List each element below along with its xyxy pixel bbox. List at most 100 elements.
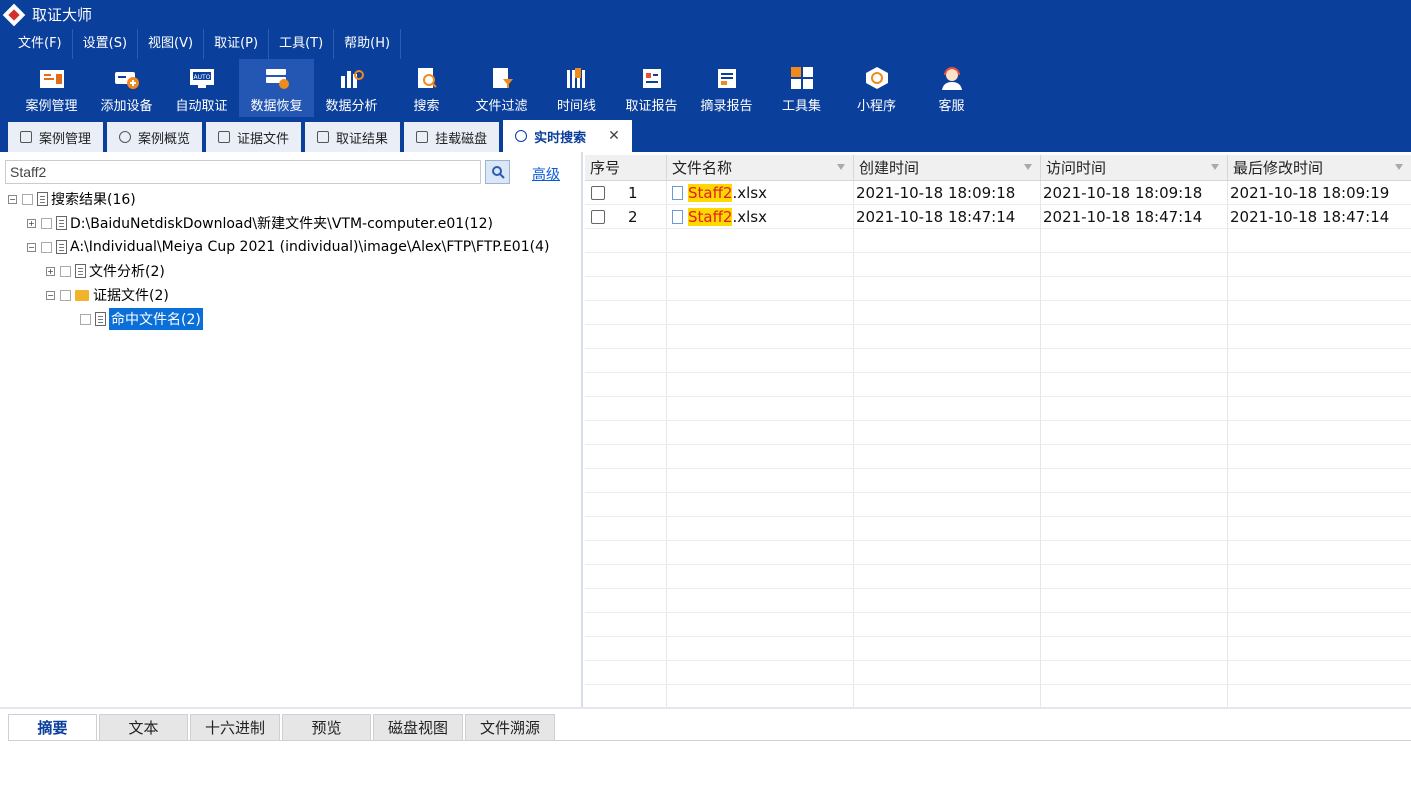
- folder-open-icon: [75, 289, 89, 301]
- tab-case-overview[interactable]: 案例概览: [107, 122, 203, 152]
- toolbar-customer-service-button[interactable]: 客服: [914, 59, 989, 117]
- tab-summary[interactable]: 摘要: [8, 714, 97, 740]
- toolbar-auto-forensics-button[interactable]: AUTO 自动取证: [164, 59, 239, 117]
- menu-settings[interactable]: 设置(S): [73, 29, 139, 59]
- empty-row: [585, 469, 1411, 493]
- toolbar-search-button[interactable]: 搜索: [389, 59, 464, 117]
- tree-checkbox[interactable]: [60, 265, 71, 277]
- filter-icon[interactable]: [1024, 164, 1032, 170]
- toolbar-file-filter-button[interactable]: 文件过滤: [464, 59, 539, 117]
- empty-row: [585, 421, 1411, 445]
- toolbar-label: 搜索: [413, 99, 440, 114]
- collapse-icon[interactable]: −: [27, 242, 36, 252]
- menu-help[interactable]: 帮助(H): [334, 29, 402, 59]
- expand-icon[interactable]: +: [27, 218, 36, 228]
- row-index: 1: [628, 184, 638, 202]
- search-input[interactable]: [5, 160, 481, 184]
- toolbar-toolset-button[interactable]: 工具集: [764, 59, 839, 117]
- document-icon: [56, 240, 67, 254]
- filter-icon[interactable]: [1395, 164, 1403, 170]
- empty-row: [585, 229, 1411, 253]
- toolbar-mini-program-button[interactable]: 小程序: [839, 59, 914, 117]
- empty-row: [585, 373, 1411, 397]
- tree-checkbox[interactable]: [22, 193, 33, 205]
- expand-icon[interactable]: +: [46, 266, 55, 276]
- row-checkbox[interactable]: [591, 210, 605, 224]
- empty-row: [585, 301, 1411, 325]
- search-button[interactable]: [485, 160, 510, 184]
- toolbar-case-management-button[interactable]: 案例管理: [14, 59, 89, 117]
- grid-header: 序号 文件名称 创建时间 访问时间 最后修改时间: [585, 155, 1411, 181]
- tree-checkbox[interactable]: [41, 217, 52, 229]
- row-index: 2: [628, 208, 638, 226]
- column-header-created[interactable]: 创建时间: [854, 155, 1041, 181]
- tab-mount-disk[interactable]: 挂载磁盘: [404, 122, 500, 152]
- empty-row: [585, 397, 1411, 421]
- menu-file[interactable]: 文件(F): [8, 29, 73, 59]
- column-header-index[interactable]: 序号: [585, 155, 667, 181]
- empty-row: [585, 661, 1411, 685]
- tree-node-file-analysis[interactable]: + 文件分析(2): [46, 260, 165, 282]
- menu-forensics[interactable]: 取证(P): [204, 29, 270, 59]
- collapse-icon[interactable]: −: [46, 290, 55, 300]
- file-filter-icon: [488, 65, 516, 91]
- toolbar-add-device-button[interactable]: 添加设备: [89, 59, 164, 117]
- toolbar-forensic-report-button[interactable]: 取证报告: [614, 59, 689, 117]
- file-icon: [672, 186, 683, 200]
- toolbar-data-analysis-button[interactable]: 数据分析: [314, 59, 389, 117]
- auto-monitor-icon: AUTO: [188, 65, 216, 91]
- toolbar-data-recovery-button[interactable]: 数据恢复: [239, 59, 314, 117]
- column-header-filename[interactable]: 文件名称: [667, 155, 854, 181]
- toolbar-label: 数据分析: [325, 99, 378, 114]
- detail-tab-bar: 摘要 文本 十六进制 预览 磁盘视图 文件溯源: [8, 714, 557, 740]
- file-analysis-icon: [75, 264, 86, 278]
- row-accessed: 2021-10-18 18:47:14: [1043, 208, 1203, 226]
- tree-checkbox[interactable]: [80, 313, 91, 325]
- tab-disk-view[interactable]: 磁盘视图: [373, 714, 464, 740]
- close-icon[interactable]: ✕: [608, 128, 620, 144]
- collapse-icon[interactable]: −: [8, 194, 17, 204]
- empty-row: [585, 253, 1411, 277]
- row-checkbox[interactable]: [591, 186, 605, 200]
- tree-node-ftp-image[interactable]: − A:\Individual\Meiya Cup 2021 (individua…: [27, 236, 549, 258]
- tab-text[interactable]: 文本: [99, 714, 188, 740]
- tab-forensic-results[interactable]: 取证结果: [305, 122, 401, 152]
- disk-icon: [416, 131, 429, 143]
- empty-row: [585, 613, 1411, 637]
- filter-icon[interactable]: [837, 164, 845, 170]
- tree-node-hit-filename[interactable]: 命中文件名(2): [80, 308, 203, 330]
- column-header-modified[interactable]: 最后修改时间: [1228, 155, 1411, 181]
- tab-label: 证据文件: [237, 131, 290, 147]
- toolbar-excerpt-report-button[interactable]: 摘录报告: [689, 59, 764, 117]
- tree-checkbox[interactable]: [60, 289, 71, 301]
- row-created: 2021-10-18 18:09:18: [856, 184, 1016, 202]
- tab-file-trace[interactable]: 文件溯源: [465, 714, 556, 740]
- timeline-icon: [563, 65, 591, 91]
- filter-icon[interactable]: [1211, 164, 1219, 170]
- tree-node-vtm-image[interactable]: + D:\BaiduNetdiskDownload\新建文件夹\VTM-compu…: [27, 212, 493, 234]
- tab-hex[interactable]: 十六进制: [190, 714, 281, 740]
- tree-node-label: D:\BaiduNetdiskDownload\新建文件夹\VTM-comput…: [70, 216, 493, 232]
- search-hit-highlight: Staff2: [688, 184, 733, 202]
- table-row[interactable]: 1 Staff2.xlsx 2021-10-18 18:09:18 2021-1…: [585, 181, 1411, 205]
- divider: [8, 740, 1411, 741]
- case-folder-icon: [38, 65, 66, 91]
- advanced-search-link[interactable]: 高级: [532, 164, 560, 184]
- column-header-accessed[interactable]: 访问时间: [1041, 155, 1228, 181]
- menu-view[interactable]: 视图(V): [138, 29, 205, 59]
- tab-realtime-search[interactable]: 实时搜索 ✕: [503, 120, 632, 152]
- tree-checkbox[interactable]: [41, 241, 52, 253]
- toolbar-timeline-button[interactable]: 时间线: [539, 59, 614, 117]
- table-row[interactable]: 2 Staff2.xlsx 2021-10-18 18:47:14 2021-1…: [585, 205, 1411, 229]
- tree-node-evidence-files[interactable]: − 证据文件(2): [46, 284, 169, 306]
- column-label: 创建时间: [859, 159, 920, 177]
- tree-node-root[interactable]: − 搜索结果(16): [8, 188, 136, 210]
- document-icon: [95, 312, 106, 326]
- svg-text:AUTO: AUTO: [193, 74, 210, 81]
- toolbar-label: 时间线: [556, 99, 596, 114]
- menu-tools[interactable]: 工具(T): [269, 29, 335, 59]
- tab-preview[interactable]: 预览: [282, 714, 372, 740]
- tab-evidence-files[interactable]: 证据文件: [206, 122, 302, 152]
- list-doc-icon: [317, 131, 330, 143]
- tab-case-management[interactable]: 案例管理: [8, 122, 104, 152]
